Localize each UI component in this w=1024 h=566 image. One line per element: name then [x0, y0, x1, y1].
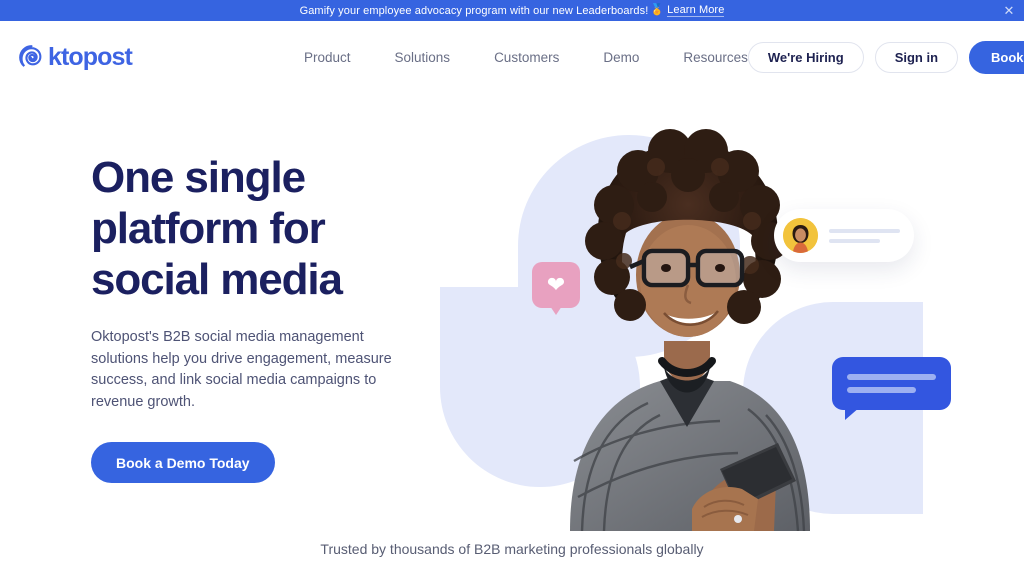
trust-text: Trusted by thousands of B2B marketing pr…	[320, 540, 704, 557]
heart-icon: ❤	[546, 272, 566, 297]
main-navigation: Product Solutions Customers Demo Resourc…	[304, 50, 748, 65]
placeholder-line	[829, 238, 881, 243]
hero-section: One single platform for social media Okt…	[0, 94, 1024, 531]
hero-person-image	[570, 129, 810, 531]
header-actions: We're Hiring Sign in Book a Demo	[747, 41, 1024, 74]
nav-item-solutions[interactable]: Solutions	[395, 50, 451, 65]
page-title: One single platform for social media	[91, 153, 343, 304]
nav-item-demo[interactable]: Demo	[603, 50, 639, 65]
placeholder-line	[829, 228, 900, 233]
card-placeholder-lines	[829, 228, 900, 243]
placeholder-line	[847, 387, 917, 393]
oktopost-logo[interactable]: ktopost	[18, 43, 133, 72]
chat-bubble	[832, 357, 951, 420]
hero-illustration: ❤	[440, 94, 1024, 531]
book-a-demo-today-button[interactable]: Book a Demo Today	[91, 442, 275, 483]
were-hiring-button[interactable]: We're Hiring	[747, 42, 864, 73]
nav-item-customers[interactable]: Customers	[494, 50, 559, 65]
sign-in-button[interactable]: Sign in	[874, 42, 959, 73]
nav-item-resources[interactable]: Resources	[683, 50, 748, 65]
placeholder-line	[847, 374, 936, 380]
medal-icon: 🏅	[650, 4, 665, 16]
banner-learn-more-link[interactable]: Learn More	[667, 4, 725, 17]
announcement-banner: Gamify your employee advocacy program wi…	[0, 0, 1024, 21]
trust-strip: Trusted by thousands of B2B marketing pr…	[0, 531, 1024, 566]
avatar	[783, 218, 818, 253]
close-icon[interactable]: ✕	[1002, 4, 1016, 18]
oktopost-spiral-icon	[18, 44, 45, 71]
book-a-demo-button[interactable]: Book a Demo	[969, 41, 1024, 74]
notification-card	[774, 209, 914, 262]
banner-text: Gamify your employee advocacy program wi…	[299, 4, 649, 17]
logo-wordmark: ktopost	[48, 43, 133, 71]
hero-copy: One single platform for social media Okt…	[91, 152, 436, 483]
nav-item-product[interactable]: Product	[304, 50, 351, 65]
hero-subtitle: Oktopost's B2B social media management s…	[91, 329, 392, 410]
site-header: ktopost Product Solutions Customers Demo…	[0, 21, 1024, 94]
heart-badge: ❤	[532, 262, 580, 315]
